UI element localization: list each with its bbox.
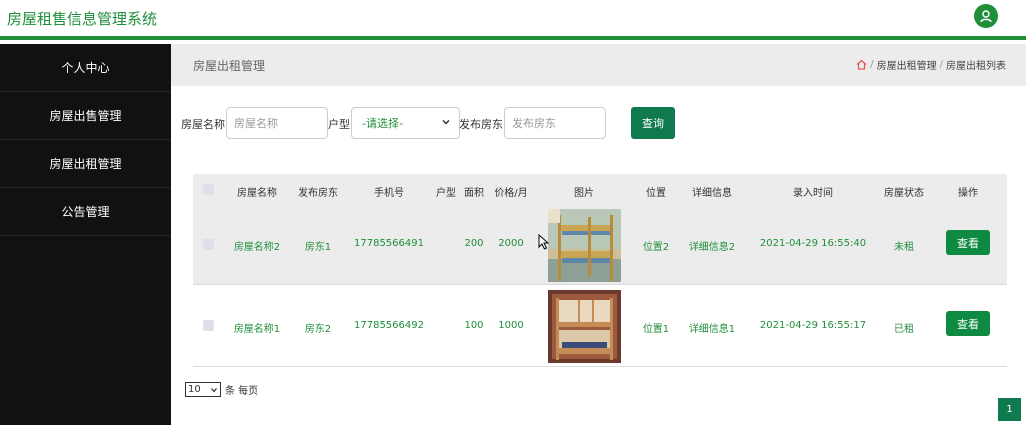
breadcrumb-separator: / (939, 59, 943, 70)
detail-cell[interactable]: 详细信息2 (689, 238, 735, 253)
column-header: 房屋状态 (884, 188, 924, 199)
column-header: 户型 (436, 188, 456, 199)
column-header: 录入时间 (793, 188, 833, 199)
house-name-cell: 房屋名称2 (233, 242, 281, 253)
page-number-button[interactable]: 1 (998, 398, 1021, 421)
breadcrumb: / 房屋出租管理 / 房屋出租列表 (856, 57, 1006, 72)
sidebar-item-sale-management[interactable]: 房屋出售管理 (0, 92, 171, 140)
column-header: 手机号 (374, 188, 404, 199)
price-cell: 2000 (498, 238, 524, 249)
table-row[interactable]: 房屋名称2 房东1 17785566491 200 2000 位置2 详细信息2 (193, 204, 1007, 285)
house-name-placeholder: 房屋名称 (234, 117, 278, 130)
landlord-placeholder: 发布房东 (512, 117, 556, 130)
chevron-down-icon (211, 387, 217, 393)
user-icon (980, 10, 992, 23)
table-row[interactable]: 房屋名称1 房东2 17785566492 100 1000 位置1 详细信息1 (193, 286, 1007, 367)
app-title: 房屋租售信息管理系统 (7, 10, 158, 28)
table-header: 房屋名称 发布房东 手机号 户型 面积 价格/月 图片 位置 详细信息 录入时间… (193, 174, 1007, 204)
user-avatar-button[interactable] (974, 4, 998, 28)
landlord-input[interactable]: 发布房东 (504, 107, 606, 139)
breadcrumb-separator: / (870, 59, 874, 70)
detail-cell[interactable]: 详细信息1 (689, 320, 735, 335)
phone-cell: 17785566491 (354, 238, 424, 249)
price-cell: 1000 (498, 320, 524, 331)
page-size-select[interactable]: 10 (185, 382, 221, 397)
rental-table: 房屋名称 发布房东 手机号 户型 面积 价格/月 图片 位置 详细信息 录入时间… (193, 174, 1007, 368)
house-type-label: 户型 (328, 118, 350, 131)
select-all-checkbox[interactable] (203, 184, 214, 195)
created-time-cell: 2021-04-29 16:55:17 (759, 320, 867, 331)
sidebar-item-announcements[interactable]: 公告管理 (0, 188, 171, 236)
sidebar-item-label: 房屋出租管理 (49, 157, 122, 171)
mouse-pointer-icon (538, 234, 550, 250)
page-size-suffix: 条 每页 (225, 386, 259, 397)
home-icon[interactable] (856, 59, 867, 70)
sidebar-item-rental-management[interactable]: 房屋出租管理 (0, 140, 171, 188)
location-cell[interactable]: 位置2 (643, 238, 669, 253)
breadcrumb-item[interactable]: 房屋出租管理 (877, 57, 937, 72)
query-button[interactable]: 查询 (631, 107, 675, 139)
landlord-cell: 房东1 (304, 242, 332, 253)
location-cell[interactable]: 位置1 (643, 320, 669, 335)
column-header: 位置 (646, 188, 666, 199)
area-cell: 100 (464, 320, 484, 331)
house-image (548, 209, 621, 282)
view-button[interactable]: 查看 (946, 230, 990, 255)
status-cell: 未租 (894, 242, 914, 253)
page-size-value: 10 (188, 384, 201, 395)
sidebar-item-label: 个人中心 (61, 61, 110, 75)
view-button[interactable]: 查看 (946, 311, 990, 336)
page-header: 房屋出租管理 / 房屋出租管理 / 房屋出租列表 (171, 44, 1026, 86)
house-name-label: 房屋名称 (181, 118, 225, 131)
status-cell: 已租 (894, 324, 914, 335)
house-type-select[interactable]: -请选择- (351, 107, 460, 139)
column-header: 价格/月 (494, 188, 528, 199)
created-time-cell: 2021-04-29 16:55:40 (759, 238, 867, 249)
sidebar: 个人中心 房屋出售管理 房屋出租管理 公告管理 (0, 44, 171, 425)
house-type-selected: -请选择- (362, 117, 403, 130)
phone-cell: 17785566492 (354, 320, 424, 331)
top-bar: 房屋租售信息管理系统 (0, 0, 1026, 40)
breadcrumb-item: 房屋出租列表 (946, 61, 1006, 72)
house-name-cell: 房屋名称1 (233, 324, 281, 335)
chevron-down-icon (442, 119, 450, 125)
house-image (548, 290, 621, 363)
column-header: 面积 (464, 188, 484, 199)
landlord-cell: 房东2 (304, 324, 332, 335)
main-content: 房屋出租管理 / 房屋出租管理 / 房屋出租列表 房屋名称 房屋名称 户型 -请… (171, 44, 1026, 425)
column-header: 详细信息 (692, 188, 732, 199)
sidebar-item-label: 公告管理 (61, 205, 110, 219)
page-title: 房屋出租管理 (193, 59, 266, 73)
row-checkbox[interactable] (203, 320, 214, 331)
row-checkbox[interactable] (203, 239, 214, 250)
pagination: 10 条 每页 (185, 382, 258, 397)
house-name-input[interactable]: 房屋名称 (226, 107, 328, 139)
sidebar-item-profile[interactable]: 个人中心 (0, 44, 171, 92)
sidebar-item-label: 房屋出售管理 (49, 109, 122, 123)
area-cell: 200 (464, 238, 484, 249)
column-header: 操作 (958, 188, 978, 199)
column-header: 房屋名称 (237, 188, 277, 199)
column-header: 发布房东 (298, 188, 338, 199)
column-header: 图片 (574, 188, 594, 199)
landlord-label: 发布房东 (459, 118, 503, 131)
